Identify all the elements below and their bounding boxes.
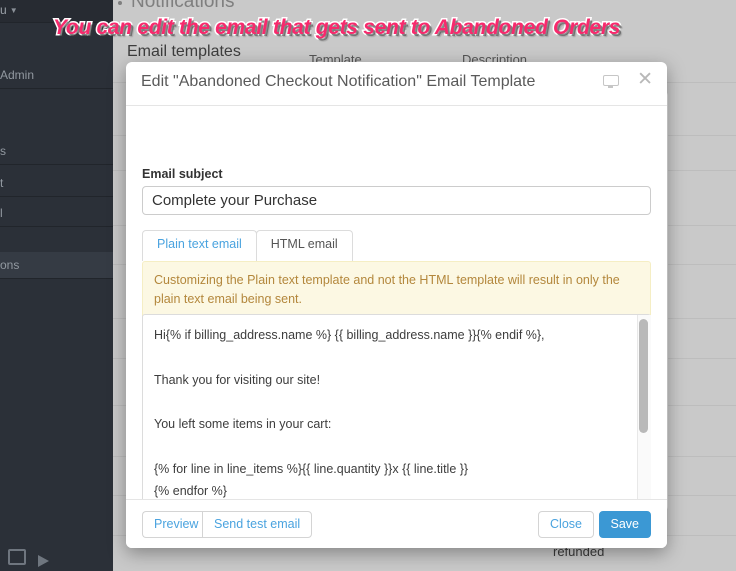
tab-plain-text-email[interactable]: Plain text email: [142, 230, 257, 261]
close-icon[interactable]: ✕: [637, 70, 653, 89]
sidebar-item-1[interactable]: s: [0, 138, 113, 164]
sidebar-item-label: Admin: [0, 68, 35, 82]
sidebar-item-4[interactable]: ons: [0, 252, 113, 278]
monitor-stand: [608, 86, 613, 88]
user-menu[interactable]: u ▼: [0, 3, 18, 17]
sidebar-item-3[interactable]: l: [0, 200, 113, 226]
sidebar-divider: [0, 278, 113, 279]
monitor-body: [603, 75, 619, 86]
sidebar-divider: [0, 196, 113, 197]
chevron-down-icon: ▼: [9, 6, 18, 16]
email-templates-title: Email templates: [127, 43, 241, 60]
sidebar-divider: [0, 226, 113, 227]
save-button[interactable]: Save: [598, 511, 651, 538]
annotation-banner: You can edit the email that gets sent to…: [51, 15, 621, 41]
email-subject-input[interactable]: [142, 186, 651, 215]
close-button[interactable]: Close: [538, 511, 594, 538]
plain-text-warning: Customizing the Plain text template and …: [142, 261, 651, 320]
modal-header: Edit "Abandoned Checkout Notification" E…: [126, 62, 667, 106]
modal-footer: Preview Send test email Close Save: [126, 499, 667, 548]
monitor-icon[interactable]: [602, 75, 620, 91]
textarea-scrollbar-thumb[interactable]: [639, 319, 648, 433]
email-subject-label: Email subject: [142, 167, 223, 181]
sidebar-divider: [0, 164, 113, 165]
notifications-heading: Notifications: [131, 0, 235, 12]
monitor-icon-sidebar[interactable]: [8, 549, 26, 565]
sidebar-divider: [0, 88, 113, 89]
left-sidebar: u ▼ Admin s t l ons: [0, 0, 113, 571]
edit-email-template-modal: Edit "Abandoned Checkout Notification" E…: [126, 62, 667, 548]
preview-button[interactable]: Preview: [142, 511, 210, 538]
template-type-tabs: Plain text email HTML email: [142, 230, 353, 261]
user-menu-label: u: [0, 3, 7, 17]
sidebar-item-0[interactable]: Admin: [0, 62, 113, 88]
sidebar-item-2[interactable]: t: [0, 170, 113, 196]
modal-title: Edit "Abandoned Checkout Notification" E…: [141, 73, 536, 90]
sidebar-item-label: l: [0, 206, 3, 220]
modal-body: Email subject Plain text email HTML emai…: [126, 106, 667, 501]
play-icon-sidebar[interactable]: [38, 555, 49, 567]
sidebar-item-label: t: [0, 176, 4, 190]
sidebar-item-label: ons: [0, 258, 20, 272]
tab-html-email[interactable]: HTML email: [255, 230, 353, 261]
sidebar-item-label: s: [0, 144, 6, 158]
bullet-marker-icon: [118, 1, 122, 5]
template-body-textarea[interactable]: Hi{% if billing_address.name %} {{ billi…: [142, 314, 651, 501]
send-test-email-button[interactable]: Send test email: [202, 511, 313, 538]
